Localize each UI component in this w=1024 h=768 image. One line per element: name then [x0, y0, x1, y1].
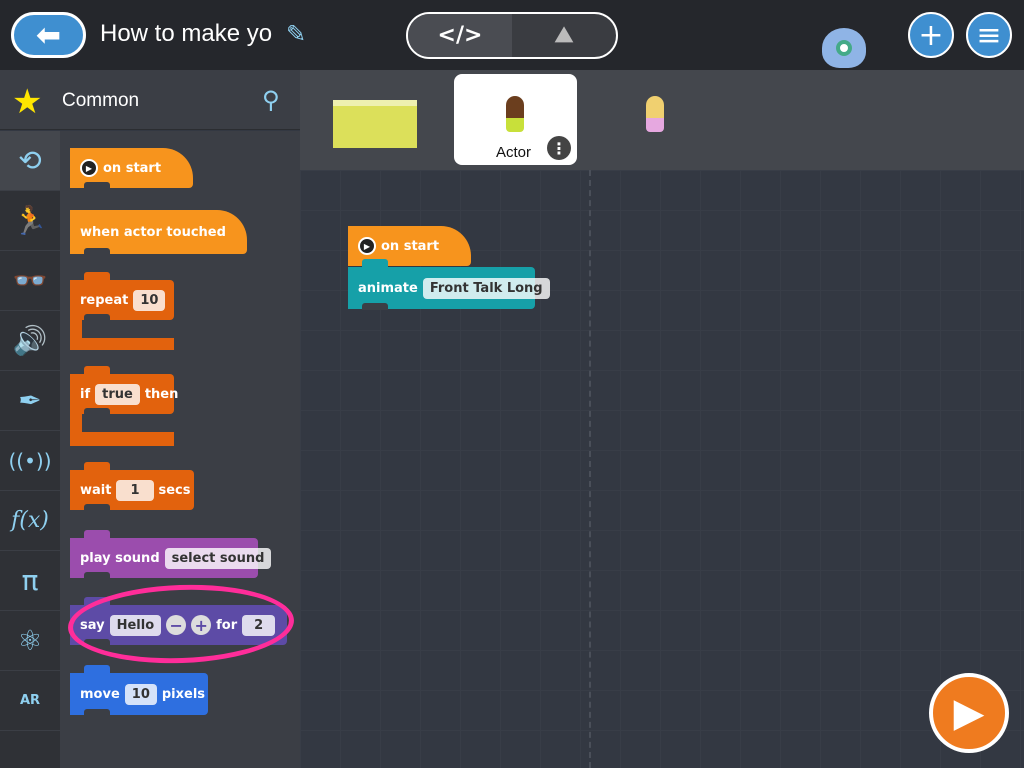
condition-field[interactable]: true: [95, 383, 140, 405]
second-actor-sprite[interactable]: [646, 96, 664, 132]
repeat-count-field[interactable]: 10: [133, 289, 166, 311]
category-sound-icon[interactable]: 🔊: [0, 311, 60, 371]
project-title[interactable]: How to make yo: [100, 20, 272, 48]
block-label: then: [144, 386, 179, 402]
if-block[interactable]: if true then: [70, 366, 178, 415]
move-pixels-field[interactable]: 10: [124, 683, 157, 705]
star-icon: ★: [12, 82, 43, 122]
play-sound-block[interactable]: play sound select sound: [70, 530, 272, 579]
block-label: when actor touched: [80, 224, 226, 240]
hamburger-icon: ≡: [976, 17, 1002, 53]
play-icon: ▶: [953, 690, 985, 736]
category-broadcast-icon[interactable]: ((•)): [0, 431, 60, 491]
move-block[interactable]: move 10 pixels: [70, 665, 208, 716]
arrow-left-icon: ⬅: [35, 17, 62, 53]
if-c-bottom: [70, 432, 174, 446]
actor-menu-button[interactable]: ⋮: [547, 136, 571, 160]
image-icon: ⛰: [554, 23, 574, 48]
repeat-c-bottom: [70, 338, 174, 350]
background-thumbnail[interactable]: [333, 100, 417, 148]
block-label: move: [80, 686, 120, 702]
palette-header: [0, 70, 300, 130]
wait-seconds-field[interactable]: 1: [116, 479, 154, 501]
category-sidebar: ⟲ 🏃 👓 🔊 ✒ ((•)) f(x) π ⚛ AR: [0, 131, 60, 768]
canvas-divider: [589, 170, 591, 768]
block-label: repeat: [80, 292, 129, 308]
category-math-icon[interactable]: π: [0, 551, 60, 611]
repeat-block[interactable]: repeat 10: [70, 272, 174, 321]
if-c-side: [70, 412, 82, 434]
view-toggle: </> ⛰: [406, 12, 618, 59]
block-label: on start: [103, 160, 162, 176]
play-icon: ▶: [358, 237, 376, 255]
monster-mascot-icon[interactable]: [822, 28, 866, 68]
category-looks-icon[interactable]: 👓: [0, 251, 60, 311]
category-title: Common: [62, 90, 140, 111]
run-button[interactable]: ▶: [929, 673, 1009, 753]
on-start-block[interactable]: ▶ on start: [70, 148, 193, 189]
block-label: if: [80, 386, 91, 402]
plus-icon: +: [918, 17, 944, 53]
block-label: play sound: [80, 550, 160, 566]
block-label: wait: [80, 482, 112, 498]
animate-block[interactable]: animate Front Talk Long: [348, 259, 550, 310]
add-button[interactable]: +: [908, 12, 954, 58]
category-loop-icon[interactable]: ⟲: [0, 131, 60, 191]
scene-tab[interactable]: ⛰: [512, 14, 616, 57]
block-label: animate: [358, 280, 418, 296]
sound-select-field[interactable]: select sound: [164, 547, 272, 569]
category-ar-icon[interactable]: AR: [0, 671, 60, 731]
search-icon[interactable]: ⚲: [262, 86, 280, 114]
when-actor-touched-block[interactable]: when actor touched: [70, 210, 247, 255]
actor-name: Actor: [496, 144, 532, 161]
category-pen-icon[interactable]: ✒: [0, 371, 60, 431]
back-button[interactable]: ⬅: [11, 12, 86, 58]
animation-field[interactable]: Front Talk Long: [422, 277, 550, 299]
block-label: on start: [381, 238, 440, 254]
play-icon: ▶: [80, 159, 98, 177]
category-science-icon[interactable]: ⚛: [0, 611, 60, 671]
code-tab[interactable]: </>: [408, 14, 512, 57]
category-functions-icon[interactable]: f(x): [0, 491, 60, 551]
block-label: pixels: [161, 686, 206, 702]
category-motion-icon[interactable]: 🏃: [0, 191, 60, 251]
wait-block[interactable]: wait 1 secs: [70, 462, 194, 511]
actor-sprite: [506, 96, 524, 132]
pencil-icon[interactable]: ✎: [286, 20, 306, 48]
menu-button[interactable]: ≡: [966, 12, 1012, 58]
block-label: secs: [158, 482, 191, 498]
repeat-c-side: [70, 318, 82, 340]
